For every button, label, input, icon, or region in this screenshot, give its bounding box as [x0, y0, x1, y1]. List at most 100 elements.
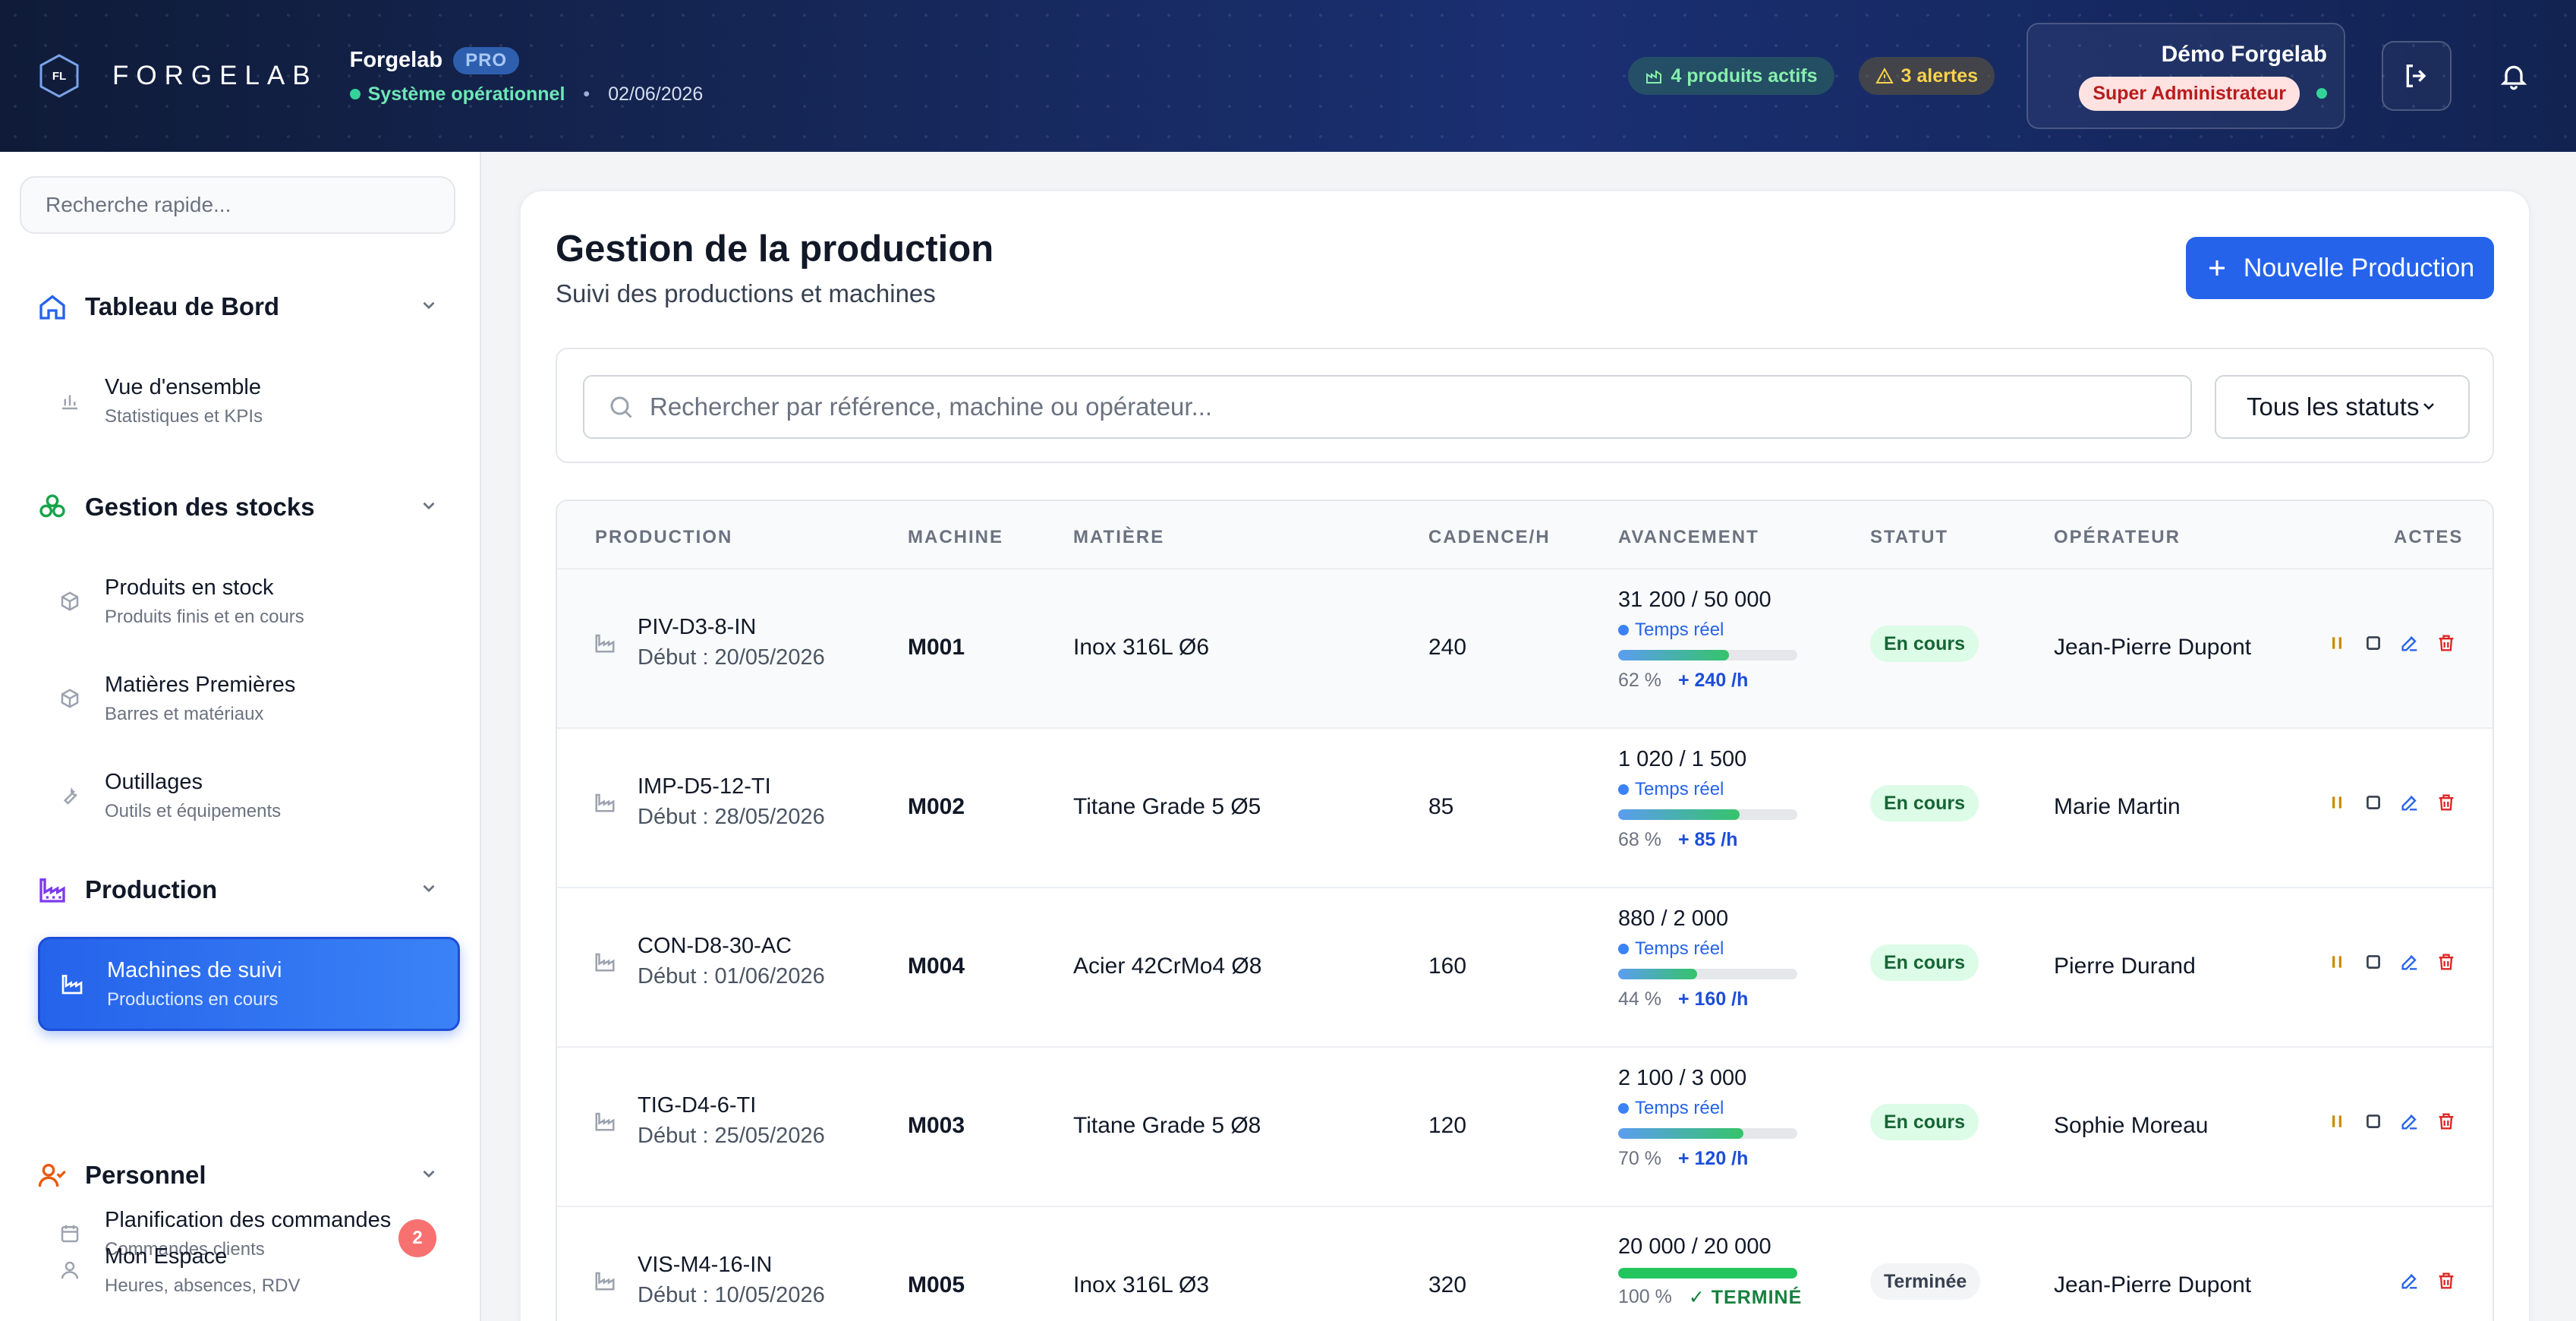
- section-stock[interactable]: Gestion des stocks: [36, 484, 439, 530]
- user-profile[interactable]: Démo Forgelab Super Administrateur: [2026, 23, 2345, 129]
- col-actions: ACTES: [2394, 527, 2464, 547]
- realtime-dot-icon: [1618, 625, 1629, 635]
- notifications-button[interactable]: [2491, 53, 2537, 99]
- plan-badge: PRO: [453, 46, 520, 74]
- package-icon: [55, 687, 85, 710]
- realtime-indicator: Temps réel: [1618, 620, 1724, 641]
- table-row[interactable]: IMP-D5-12-TI Début : 28/05/2026 M002 Titane…: [557, 729, 2493, 888]
- sidebar-item-machines[interactable]: Machines de suivi Productions en cours: [38, 937, 460, 1031]
- realtime-dot-icon: [1618, 784, 1629, 795]
- status-badge: En cours: [1870, 626, 1979, 662]
- sidebar-item-my-space[interactable]: Mon Espace Heures, absences, RDV: [38, 1228, 459, 1312]
- col-material[interactable]: MATIÈRE: [1073, 527, 1164, 548]
- user-role-badge: Super Administrateur: [2079, 76, 2300, 111]
- machine-id: M001: [908, 635, 965, 660]
- bar-chart-icon: [55, 389, 85, 412]
- edit-icon[interactable]: [2398, 1269, 2421, 1292]
- row-actions: [2326, 632, 2458, 654]
- progress-bar-fill: [1618, 1128, 1744, 1139]
- stop-icon[interactable]: [2362, 1110, 2385, 1133]
- production-ref[interactable]: IMP-D5-12-TI: [638, 774, 771, 799]
- trash-icon[interactable]: [2435, 791, 2458, 814]
- col-status[interactable]: STATUT: [1870, 527, 1948, 548]
- pause-icon[interactable]: [2326, 791, 2348, 814]
- stop-icon[interactable]: [2362, 632, 2385, 654]
- material: Acier 42CrMo4 Ø8: [1073, 954, 1262, 979]
- col-production[interactable]: PRODUCTION: [595, 527, 732, 548]
- edit-icon[interactable]: [2398, 1110, 2421, 1133]
- edit-icon[interactable]: [2398, 632, 2421, 654]
- user-check-icon: [36, 1159, 68, 1191]
- production-start-date: Début : 25/05/2026: [638, 1124, 825, 1148]
- col-machine[interactable]: MACHINE: [908, 527, 1003, 548]
- row-actions: [2326, 1269, 2458, 1292]
- production-ref[interactable]: VIS-M4-16-IN: [638, 1253, 772, 1278]
- trash-icon[interactable]: [2435, 632, 2458, 654]
- wrench-icon: [55, 784, 85, 807]
- sidebar-item-products[interactable]: Produits en stock Produits finis et en co…: [38, 560, 459, 643]
- col-rate[interactable]: CADENCE/H: [1428, 527, 1551, 548]
- progress-count: 31 200 / 50 000: [1618, 588, 1771, 612]
- stop-icon[interactable]: [2362, 791, 2385, 814]
- realtime-dot-icon: [1618, 944, 1629, 954]
- active-products-chip[interactable]: 4 produits actifs: [1628, 57, 1834, 95]
- operator-name: Jean-Pierre Dupont: [2054, 635, 2252, 660]
- trash-icon[interactable]: [2435, 951, 2458, 973]
- pause-icon[interactable]: [2326, 632, 2348, 654]
- production-ref[interactable]: PIV-D3-8-IN: [638, 615, 756, 640]
- rate-per-hour: 120: [1428, 1113, 1467, 1138]
- sidebar-item-overview[interactable]: Vue d'ensemble Statistiques et KPIs: [38, 359, 459, 443]
- production-ref[interactable]: CON-D8-30-AC: [638, 934, 792, 959]
- table-row[interactable]: CON-D8-30-AC Début : 01/06/2026 M004 Acier …: [557, 888, 2493, 1048]
- quick-search-input[interactable]: Recherche rapide...: [20, 176, 455, 234]
- page-subtitle: Suivi des productions et machines: [556, 279, 936, 307]
- table-row[interactable]: PIV-D3-8-IN Début : 20/05/2026 M001 Inox 31…: [557, 569, 2493, 729]
- rate-delta: + 240 /h: [1677, 670, 1749, 691]
- production-search-input[interactable]: Rechercher par référence, machine ou opé…: [583, 375, 2192, 439]
- section-personnel[interactable]: Personnel: [36, 1152, 439, 1198]
- factory-icon: [594, 632, 616, 658]
- rate-delta: + 85 /h: [1677, 829, 1738, 850]
- row-actions: [2326, 951, 2458, 973]
- org-name: Forgelab: [349, 48, 443, 72]
- edit-icon[interactable]: [2398, 951, 2421, 973]
- edit-icon[interactable]: [2398, 791, 2421, 814]
- new-production-button[interactable]: Nouvelle Production: [2186, 237, 2494, 299]
- trash-icon[interactable]: [2435, 1269, 2458, 1292]
- factory-icon: [1646, 70, 1662, 84]
- table-row[interactable]: VIS-M4-16-IN Début : 10/05/2026 M005 Inox 3…: [557, 1207, 2493, 1321]
- machine-id: M004: [908, 954, 965, 979]
- progress-bar-fill: [1618, 1268, 1797, 1278]
- status-filter-select[interactable]: Tous les statuts: [2215, 375, 2470, 439]
- chevron-down-icon: [2420, 393, 2438, 421]
- rate-per-hour: 240: [1428, 635, 1467, 660]
- progress-percent: 100 %: [1618, 1286, 1672, 1307]
- section-dashboard[interactable]: Tableau de Bord: [36, 284, 439, 329]
- rate-per-hour: 85: [1428, 794, 1454, 819]
- material: Titane Grade 5 Ø8: [1073, 1113, 1261, 1138]
- sidebar-item-materials[interactable]: Matières Premières Barres et matériaux: [38, 657, 459, 740]
- logout-button[interactable]: [2382, 41, 2452, 111]
- page-title: Gestion de la production: [556, 229, 994, 270]
- material: Titane Grade 5 Ø5: [1073, 794, 1261, 819]
- stop-icon[interactable]: [2362, 951, 2385, 973]
- realtime-indicator: Temps réel: [1618, 1098, 1724, 1119]
- home-icon: [36, 291, 68, 323]
- progress-summary: 62 % + 240 /h: [1618, 670, 1748, 692]
- alerts-chip[interactable]: 3 alertes: [1858, 57, 1995, 95]
- online-status-icon: [2316, 88, 2327, 99]
- machine-id: M002: [908, 794, 965, 819]
- realtime-dot-icon: [1618, 1103, 1629, 1114]
- sidebar-item-tools[interactable]: Outillages Outils et équipements: [38, 754, 459, 837]
- col-progress[interactable]: AVANCEMENT: [1618, 527, 1759, 548]
- progress-bar-fill: [1618, 969, 1697, 979]
- pause-icon[interactable]: [2326, 1110, 2348, 1133]
- table-row[interactable]: TIG-D4-6-TI Début : 25/05/2026 M003 Titane …: [557, 1048, 2493, 1207]
- factory-icon: [594, 951, 616, 977]
- trash-icon[interactable]: [2435, 1110, 2458, 1133]
- rate-per-hour: 320: [1428, 1272, 1467, 1297]
- col-operator[interactable]: OPÉRATEUR: [2054, 527, 2181, 548]
- production-ref[interactable]: TIG-D4-6-TI: [638, 1093, 756, 1118]
- pause-icon[interactable]: [2326, 951, 2348, 973]
- section-production[interactable]: Production: [36, 867, 439, 913]
